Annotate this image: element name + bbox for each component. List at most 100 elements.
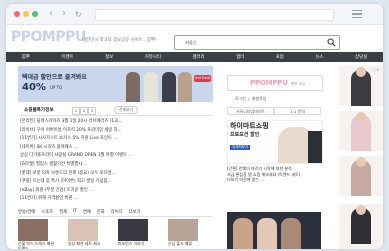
mid-text-list: [간편] 런웨이 마르기 시작에 대한 분석 지금 편집장 탭 쇼핑 해보세요 … (227, 166, 321, 183)
nav-item-ppomppu[interactable]: 뽐뿌 (22, 54, 30, 60)
sub-nav-item[interactable]: 방송/연예 (18, 209, 35, 215)
sub-nav-item[interactable]: 더보기 (129, 209, 141, 215)
close-window-dot[interactable] (14, 11, 20, 17)
nav-item-app[interactable]: 앱터 (236, 54, 244, 60)
nav-item-info[interactable]: 정보 (105, 54, 113, 60)
nav-item-community[interactable]: 커뮤니티 (145, 54, 161, 60)
ad-model-image (257, 218, 277, 249)
ppomppu-sub: 뽐뿌 광고 (291, 82, 306, 86)
list-item[interactable]: [네이버] SK 시리즈 블랙패스 ... (20, 144, 216, 153)
thumbnail-card[interactable]: 일상 패션 세트 제시 (68, 219, 108, 249)
sub-nav-item[interactable]: 연예 (83, 209, 91, 215)
right-ad-column[interactable] (339, 66, 383, 249)
account-links: 로그인 | 회원가입 (235, 96, 267, 101)
ad-model-head (356, 205, 366, 215)
list-item[interactable]: [eBay] 화원 (부분 건강) 뜨거운 할인 ... (20, 187, 216, 196)
list-item[interactable]: [라이브] 구이 어버이날 이츠킥 20% 프리미엄 세일 하... (20, 127, 216, 136)
mid-tabs: 커뮤니티업데이트 1:1 문의 (227, 107, 321, 115)
thumbnail-card[interactable]: 퍼포먼스 이야기 (118, 219, 158, 249)
list-item[interactable]: [롯데] 로봇 의자 브랜드의 한계 (중요) 모두 모으면... (20, 170, 216, 179)
shopping-section-header: 쇼핑몰특가정보 1 2 3 전체보기 (18, 105, 213, 116)
thumbnail-card[interactable]: 선물 박스 드레스 패션 트렌드 (18, 219, 58, 249)
fashion-ad-item[interactable] (339, 204, 383, 249)
browser-menu-icon[interactable] (352, 10, 362, 18)
view-all-button[interactable]: 전체보기 (114, 106, 138, 114)
thumbnail-row: 선물 박스 드레스 패션 트렌드 일상 패션 세트 제시 퍼포먼스 이야기 신상… (18, 219, 213, 249)
fashion-ad-item[interactable] (339, 111, 383, 151)
promo-badge: Hot Deal (194, 75, 211, 82)
nav-item-gallery[interactable]: 갤러리 (192, 54, 204, 60)
sub-nav-item[interactable]: 경제 (59, 209, 67, 215)
page-3-button[interactable]: 3 (88, 107, 96, 115)
search-icon[interactable] (327, 38, 336, 47)
ad-title: 하이마트쇼핑 (230, 122, 269, 130)
nav-item-forum[interactable]: 포럼 (276, 54, 284, 60)
thumbnail-caption: 신상 출시 예정 (168, 241, 192, 246)
site-tagline: 대한민국 최고의 정보공유 사이트 , 뽐뿌! (82, 38, 157, 43)
reload-icon[interactable]: ↻ (75, 9, 82, 21)
ad-model-head (356, 112, 366, 122)
forward-icon[interactable]: › (62, 8, 66, 20)
promo-model-image (144, 72, 158, 102)
thumbnail-caption: 퍼포먼스 이야기 (118, 241, 145, 246)
promo-model-image (162, 72, 176, 102)
list-item[interactable]: [11번가] 시사가스트 쇼커스 5% 지원 Live 포인트 ... (20, 135, 216, 144)
ad-model-head (356, 67, 366, 77)
thumbnail-caption: 일상 패션 세트 제시 (68, 241, 101, 246)
list-item[interactable]: [11번가] 위해 가격할인 특판 ... (20, 195, 216, 204)
browser-toolbar: ‹ › ↻ (6, 4, 383, 25)
back-icon[interactable]: ‹ (49, 8, 53, 20)
page-2-button[interactable]: 2 (80, 107, 88, 115)
ppomppu-login-box[interactable]: PPOMPPU 뽐뿌 광고 (227, 75, 323, 91)
sub-nav-item[interactable]: 라이프 (111, 209, 123, 215)
tab-community-update[interactable]: 커뮤니티업데이트 (227, 107, 274, 115)
nav-item-news[interactable]: 뉴스 (315, 54, 323, 60)
search-box[interactable]: 지름신 (174, 35, 340, 50)
browser-window: ‹ › ↻ PPOMPPU 대한민국 최고의 정보공유 사이트 , 뽐뿌! 지름… (6, 4, 383, 249)
sub-nav-item[interactable]: IT (73, 209, 77, 214)
nav-item-consult[interactable]: 상담실 (355, 54, 367, 60)
list-item[interactable]: [G마켓] 필립스 생활가전 특별행사 ... (20, 161, 216, 170)
thumbnail-card[interactable]: 신상 출시 예정 (168, 219, 208, 249)
himart-ad[interactable]: 하이마트쇼핑 프로모션 할인 자세히보기 (227, 120, 323, 164)
main-nav: 뽐뿌 이벤트 정보 커뮤니티 갤러리 앱터 포럼 뉴스 상담실 (6, 52, 383, 62)
tab-inquiry[interactable]: 1:1 문의 (274, 107, 321, 115)
list-item[interactable]: 상상 다가올프라이 사랑실 GRAND OPEN 1월 특별 이벤트 ... (20, 152, 216, 161)
sub-nav-item[interactable]: 문화 (97, 209, 105, 215)
address-bar[interactable] (95, 9, 334, 21)
ad-close-icon[interactable]: ⓘ✕ (372, 67, 379, 73)
login-link[interactable]: 로그인 (235, 96, 246, 101)
thumbnail-image (168, 219, 198, 241)
ppomppu-brand: PPOMPPU (250, 79, 288, 87)
ad-subtitle: 프로모션 할인 (230, 132, 260, 138)
list-item[interactable]: [쿠팡] 뜨는데 중 특가 (마이론) 최고 생일 기념품... (20, 178, 216, 187)
ad-model-head (356, 157, 366, 167)
section-title: 쇼핑몰특가정보 (24, 108, 54, 113)
fashion-ad-item[interactable] (339, 156, 383, 196)
thumbnail-image (68, 219, 98, 241)
list-item[interactable]: 더보기 의견에 맞는 ... (227, 177, 321, 183)
promo-banner[interactable]: 택대급 할인으로 즐겨봐요 40% UP TO Hot Deal (18, 66, 213, 102)
news-list: [온라인] 블랙스카이즈 3월 1일 20시 러브에라즈 (13)... [라이… (20, 118, 216, 204)
thumbnail-image (118, 219, 148, 241)
nav-item-event[interactable]: 이벤트 (61, 54, 73, 60)
sub-nav-item[interactable]: 스포츠 (41, 209, 53, 215)
ad-tag: 자세히보기 (230, 145, 251, 150)
join-link[interactable]: 회원가입 (252, 96, 266, 101)
thumbnail-caption: 선물 박스 드레스 패션 트렌드 (18, 241, 54, 249)
thumbnail-image (18, 219, 48, 241)
maximize-window-dot[interactable] (32, 11, 38, 17)
minimize-window-dot[interactable] (23, 11, 29, 17)
sub-nav: 방송/연예 스포츠 경제 IT 연예 문화 라이프 더보기 (18, 207, 213, 217)
promo-discount: 40% (22, 82, 46, 93)
page-1-button[interactable]: 1 (72, 107, 80, 115)
search-input[interactable]: 지름신 (185, 40, 197, 46)
list-item[interactable]: [온라인] 블랙스카이즈 3월 1일 20시 러브에라즈 (13)... (20, 118, 216, 127)
promo-headline: 택대급 할인으로 즐겨봐요 (22, 74, 87, 81)
promo-model-image (178, 72, 192, 102)
site-logo[interactable]: PPOMPPU (11, 29, 86, 45)
ad-model-image (233, 218, 253, 249)
video-ad[interactable] (227, 212, 321, 249)
logo-text: PPOMPPU (11, 29, 86, 45)
ad-model-image (308, 131, 322, 163)
